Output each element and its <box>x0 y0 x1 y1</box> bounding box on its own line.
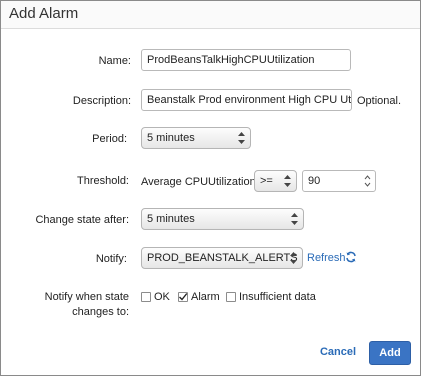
refresh-link[interactable]: Refresh <box>307 252 346 264</box>
alarm-checkbox-label: Alarm <box>191 291 220 303</box>
stepper-icon[interactable] <box>364 174 371 188</box>
notify-select-value: PROD_BEANSTALK_ALERTS <box>147 252 298 264</box>
insufficient-data-checkbox[interactable] <box>226 292 236 302</box>
add-alarm-dialog: Add Alarm Name: ProdBeansTalkHighCPUUtil… <box>0 0 421 376</box>
refresh-icon[interactable] <box>345 251 357 266</box>
dialog-title: Add Alarm <box>9 5 79 22</box>
period-select-value: 5 minutes <box>147 132 195 144</box>
threshold-operator-select[interactable]: >= <box>254 170 297 192</box>
notify-states-label-line1: Notify when state <box>44 291 129 303</box>
threshold-metric: Average CPUUtilization <box>141 176 256 188</box>
notify-states-label-line2: changes to: <box>72 306 129 318</box>
checkmark-icon <box>179 293 188 301</box>
change-state-label: Change state after: <box>35 214 129 226</box>
notify-label: Notify: <box>95 253 127 265</box>
threshold-label: Threshold: <box>77 175 129 187</box>
optional-hint: Optional. <box>357 95 402 107</box>
description-input[interactable]: Beanstalk Prod environment High CPU Util… <box>141 89 352 111</box>
add-button[interactable]: Add <box>369 341 411 365</box>
description-label: Description: <box>72 95 131 107</box>
name-label: Name: <box>98 55 131 67</box>
threshold-value: 90 <box>308 175 321 187</box>
alarm-checkbox[interactable] <box>178 292 188 302</box>
period-label: Period: <box>92 133 127 145</box>
ok-checkbox[interactable] <box>141 292 151 302</box>
select-arrows-icon <box>291 212 298 226</box>
select-arrows-icon <box>238 131 245 145</box>
ok-checkbox-label: OK <box>154 291 170 303</box>
insufficient-data-checkbox-label: Insufficient data <box>239 291 316 303</box>
period-select[interactable]: 5 minutes <box>141 127 251 149</box>
name-input[interactable]: ProdBeansTalkHighCPUUtilization <box>141 49 351 71</box>
threshold-operator-value: >= <box>260 175 273 187</box>
select-arrows-icon <box>284 174 291 188</box>
dialog-header: Add Alarm <box>1 1 420 29</box>
cancel-button[interactable]: Cancel <box>313 341 363 363</box>
change-state-value: 5 minutes <box>147 213 195 225</box>
threshold-value-input[interactable]: 90 <box>302 170 376 192</box>
select-arrows-icon <box>290 251 297 265</box>
notify-select[interactable]: PROD_BEANSTALK_ALERTS <box>141 247 303 269</box>
change-state-select[interactable]: 5 minutes <box>141 208 304 230</box>
